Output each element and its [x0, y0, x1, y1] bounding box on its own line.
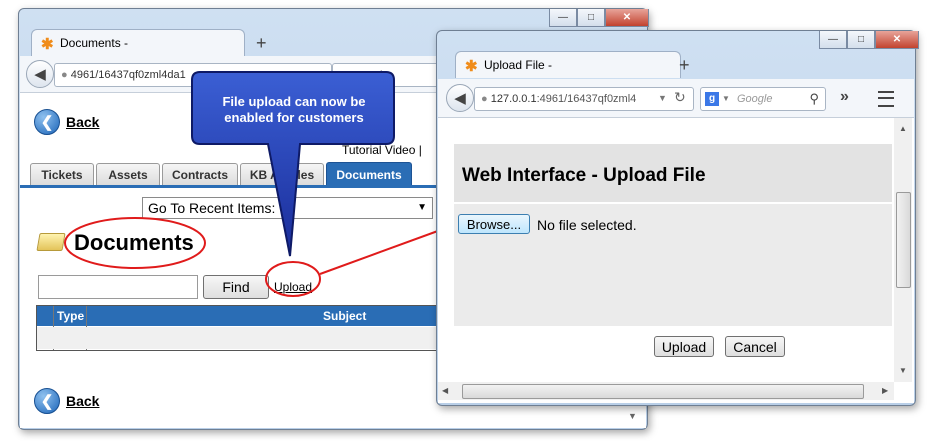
menu-icon[interactable] — [878, 91, 894, 107]
new-tab-button[interactable]: + — [679, 55, 690, 76]
file-status: No file selected. — [537, 217, 637, 233]
scroll-right-icon[interactable]: ▶ — [882, 386, 888, 395]
callout-text: File upload can now be enabled for custo… — [222, 94, 366, 125]
scroll-left-icon[interactable]: ◀ — [442, 386, 448, 395]
reload-icon[interactable]: ↻ — [674, 89, 686, 106]
scroll-down-icon[interactable]: ▼ — [899, 366, 907, 375]
upload-button[interactable]: Upload — [654, 336, 714, 357]
h-scroll-thumb[interactable] — [462, 384, 864, 399]
search-engine-dropdown-icon[interactable]: ▼ — [722, 94, 730, 103]
search-placeholder: Google — [736, 93, 773, 105]
favicon-icon: ✱ — [465, 58, 478, 75]
magnifier-icon[interactable]: ⚲ — [809, 88, 819, 110]
url-rest: :4961/16437qf0zml4 — [536, 93, 637, 105]
overflow-chevron-icon[interactable]: » — [840, 88, 849, 106]
browser-back-icon[interactable]: ◀ — [446, 84, 474, 112]
minimize-icon[interactable]: — — [819, 31, 847, 49]
cancel-button[interactable]: Cancel — [725, 336, 785, 357]
upload-page-content: Web Interface - Upload File Browse... No… — [438, 118, 914, 403]
front-window-controls: — □ ✕ — [819, 31, 919, 49]
horizontal-scrollbar[interactable]: ◀ ▶ — [438, 382, 894, 400]
globe-icon: ● — [481, 93, 488, 105]
upload-browser-window: — □ ✕ ✱ Upload File - + ◀ ● 127.0.0.1:49… — [436, 30, 919, 406]
vertical-scrollbar[interactable]: ▲ ▼ — [894, 118, 912, 382]
page-heading: Web Interface - Upload File — [462, 165, 706, 186]
url-host: 127.0.0.1 — [490, 93, 537, 105]
tab-upload-file[interactable]: ✱ Upload File - — [455, 51, 681, 78]
front-nav-bar: ◀ ● 127.0.0.1:4961/16437qf0zml4 ▼ ↻ g ▼ G… — [438, 79, 914, 118]
tab-title: Upload File - — [484, 58, 553, 72]
search-box[interactable]: g ▼ Google ⚲ — [700, 87, 826, 111]
scroll-up-icon[interactable]: ▲ — [899, 124, 907, 133]
url-dropdown-icon[interactable]: ▼ — [658, 93, 667, 103]
browse-button[interactable]: Browse... — [458, 214, 530, 234]
scroll-thumb[interactable] — [896, 192, 911, 288]
close-icon[interactable]: ✕ — [875, 31, 919, 49]
google-icon: g — [705, 92, 719, 106]
maximize-icon[interactable]: □ — [847, 31, 875, 49]
